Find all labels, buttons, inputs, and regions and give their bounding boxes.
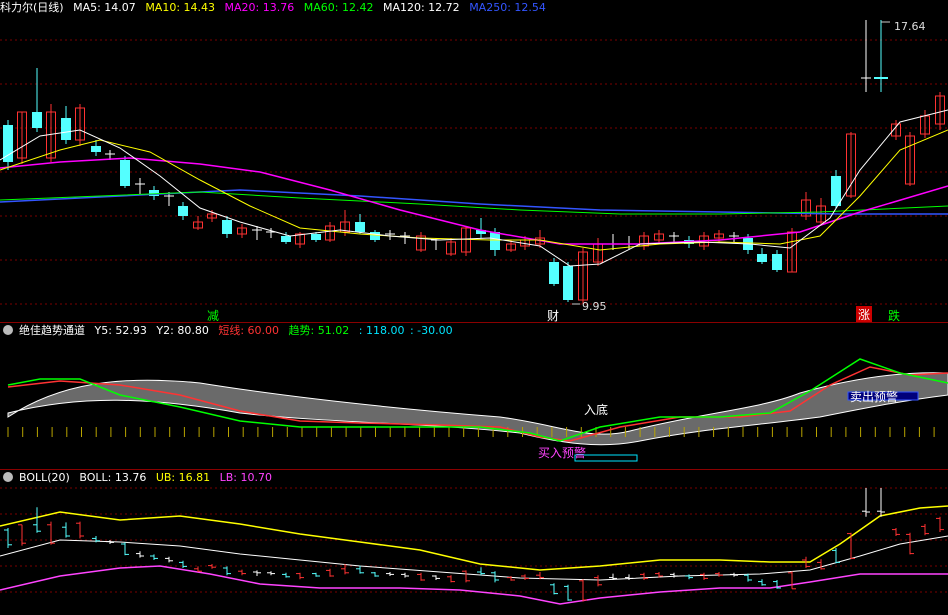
candle-body [120,160,130,186]
trend-channel-chart[interactable] [0,323,948,469]
boll-ub: UB: 16.81 [155,471,211,484]
trend-short: 短线: 60.00 [218,324,280,337]
candle-body [370,232,380,240]
candle-body [549,262,559,284]
trend-y2: Y2: 80.80 [156,324,209,337]
candle-body [490,232,500,250]
candle-body [222,220,232,234]
candle-body [311,234,321,240]
candle-body [178,206,188,216]
ma5-value: MA5: 14.07 [73,1,136,14]
candle-body [91,146,101,152]
candle-body [355,222,365,232]
boll-title: BOLL(20) [19,471,70,484]
buy-alert-label: 买入预警 [538,446,587,460]
trend-channel-panel[interactable]: 绝佳趋势通道 Y5: 52.93 Y2: 80.80 短线: 60.00 趋势:… [0,323,948,469]
ma120-value: MA120: 12.72 [382,1,460,14]
trend-y5: Y5: 52.93 [94,324,147,337]
candle-body [281,236,291,242]
boll-mid: BOLL: 13.76 [79,471,147,484]
candle-body [831,176,841,206]
bottom-entry-label: 入底 [584,403,609,417]
ma10-value: MA10: 14.43 [145,1,216,14]
ma60-value: MA60: 12.42 [303,1,374,14]
ma250-value: MA250: 12.54 [469,1,546,14]
boll-header: BOLL(20) BOLL: 13.76 UB: 16.81 LB: 10.70 [0,470,278,486]
high-price-label: 17.64 [894,20,926,33]
boll-chart[interactable] [0,470,948,615]
ma20-value: MA20: 13.76 [224,1,295,14]
trend-title: 绝佳趋势通道 [19,324,85,337]
trend-v2: : -30.00 [409,324,453,337]
signal-rise: 涨 [856,306,873,323]
candle-body [757,254,767,262]
low-price-label: 9.95 [582,300,607,313]
stock-title: 科力尔(日线) [0,1,64,14]
trend-v1: : 118.00 [358,324,405,337]
candle-body [772,254,782,270]
gear-icon[interactable] [3,325,13,335]
candle-body [61,118,71,140]
boll-lb: LB: 10.70 [219,471,272,484]
candle-body [563,266,573,300]
ma10-line [0,129,948,251]
candle-body [32,112,42,128]
boll-lower-band [0,565,948,605]
boll-panel[interactable]: BOLL(20) BOLL: 13.76 UB: 16.81 LB: 10.70 [0,470,948,615]
main-chart-header: 科力尔(日线) MA5: 14.07 MA10: 14.43 MA20: 13.… [0,0,552,16]
candlestick-chart[interactable] [0,0,948,322]
candle-body [3,125,13,162]
gear-icon[interactable] [3,472,13,482]
ma5-line [0,109,948,267]
main-chart-panel[interactable]: 科力尔(日线) MA5: 14.07 MA10: 14.43 MA20: 13.… [0,0,948,323]
trend-trend: 趋势: 51.02 [288,324,350,337]
sell-alert-label: 卖出预警 [850,390,899,404]
trend-header: 绝佳趋势通道 Y5: 52.93 Y2: 80.80 短线: 60.00 趋势:… [0,323,459,339]
